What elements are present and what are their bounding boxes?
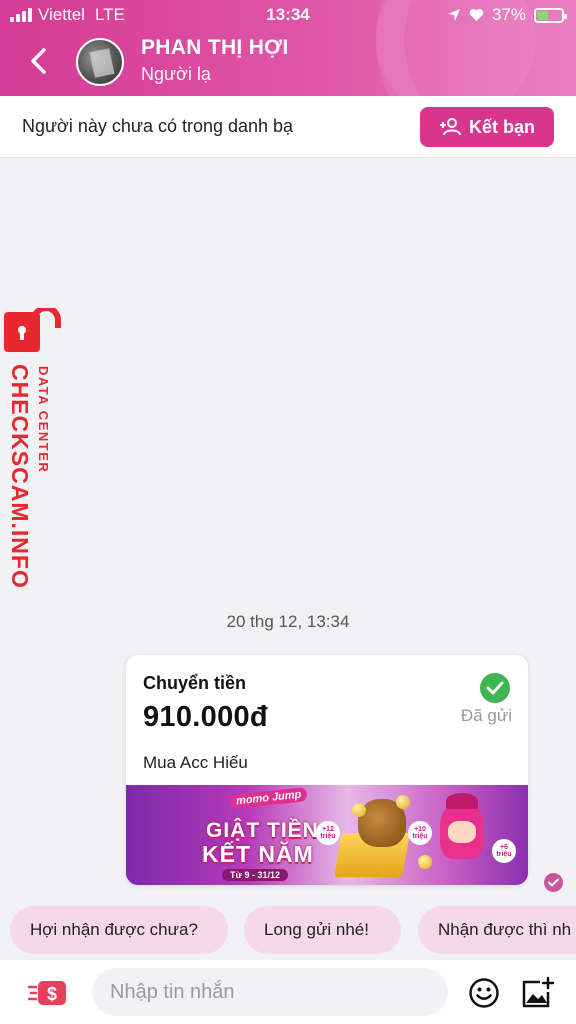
promo-banner[interactable]: momo Jump GIẬT TIỀN KẾT NĂM Từ 9 - 31/12… — [126, 785, 528, 885]
quick-reply-chip[interactable]: Hợi nhận được chưa? — [10, 906, 228, 954]
message-timestamp: 20 thg 12, 13:34 — [226, 612, 350, 631]
contact-status: Người lạ — [141, 64, 211, 84]
transfer-status: Đã gửi — [460, 706, 512, 725]
status-bar: Viettel LTE 13:34 37% — [0, 0, 576, 30]
battery-percent: 37% — [491, 5, 526, 24]
chat-header: Viettel LTE 13:34 37% PHAN THỊ HỢI Người… — [0, 0, 576, 96]
back-arrow-icon[interactable] — [24, 44, 54, 78]
message-composer: $ Nhập tin nhắn — [0, 960, 576, 1024]
quick-reply-chip[interactable]: Nhận được thì nh — [418, 906, 576, 954]
transfer-title: Chuyển tiền — [143, 673, 247, 693]
heart-icon — [469, 9, 484, 21]
promo-logo: momo Jump — [229, 786, 308, 810]
quick-replies: Hợi nhận được chưa? Long gửi nhé! Nhận đ… — [0, 906, 576, 956]
promo-title-line1: GIẬT TIỀN — [206, 819, 319, 842]
watermark-subtext: DATA CENTER — [36, 366, 51, 474]
watermark-text: CHECKSCAM.INFO — [7, 364, 33, 589]
avatar[interactable] — [76, 38, 124, 86]
prize-bubble: +10 triệu — [408, 821, 432, 845]
send-money-icon[interactable]: $ — [28, 979, 68, 1007]
prize-bubble: +6 triệu — [492, 839, 516, 863]
promo-dates: Từ 9 - 31/12 — [222, 869, 289, 881]
message-input[interactable]: Nhập tin nhắn — [92, 968, 448, 1016]
coin-icon — [396, 795, 410, 809]
emoji-icon[interactable] — [468, 977, 500, 1009]
seen-check-icon — [544, 873, 563, 892]
quick-reply-chip[interactable]: Long gửi nhé! — [244, 906, 401, 954]
check-icon — [480, 673, 510, 703]
svg-text:$: $ — [47, 984, 57, 1004]
contact-name[interactable]: PHAN THỊ HỢI — [141, 36, 289, 60]
lock-icon — [4, 308, 61, 352]
add-friend-icon — [439, 118, 461, 136]
add-friend-label: Kết bạn — [468, 116, 535, 137]
mascot-icon — [440, 793, 484, 859]
battery-icon — [534, 7, 567, 23]
add-image-icon[interactable] — [520, 976, 554, 1010]
promo-title-line2: KẾT NĂM — [202, 841, 314, 867]
transfer-note: Mua Acc Hiếu — [143, 753, 248, 772]
not-in-contacts-bar: Người này chưa có trong danh bạ Kết bạn — [0, 96, 576, 158]
money-transfer-card[interactable]: Chuyển tiền 910.000đ Đã gửi Mua Acc Hiếu… — [126, 655, 528, 885]
add-friend-button[interactable]: Kết bạn — [420, 107, 554, 147]
coin-icon — [352, 803, 366, 817]
prize-bubble: +12 triệu — [316, 821, 340, 845]
coin-icon — [418, 855, 432, 869]
status-right: 37% — [447, 5, 567, 25]
transfer-amount: 910.000đ — [143, 701, 268, 733]
location-icon — [447, 9, 460, 21]
not-in-contacts-message: Người này chưa có trong danh bạ — [22, 116, 294, 136]
